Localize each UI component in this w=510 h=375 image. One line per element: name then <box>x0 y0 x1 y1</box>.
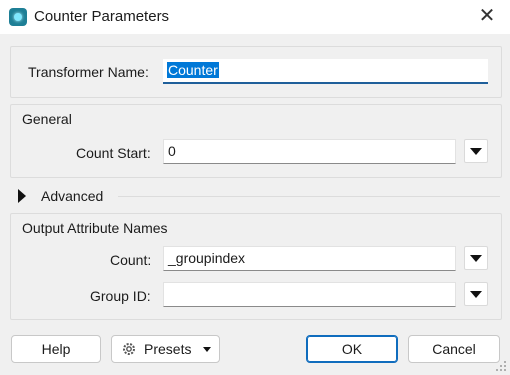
count-label: Count: <box>110 252 152 268</box>
output-section-title: Output Attribute Names <box>22 220 168 236</box>
group-id-dropdown-button[interactable] <box>464 282 488 306</box>
count-start-input[interactable]: 0 <box>163 139 456 164</box>
advanced-divider <box>118 196 500 197</box>
resize-grip-icon[interactable] <box>493 358 507 372</box>
help-button-label: Help <box>41 341 71 357</box>
close-icon: ✕ <box>478 5 496 27</box>
count-start-dropdown-button[interactable] <box>464 139 488 163</box>
title-bar: Counter Parameters ✕ <box>0 0 510 34</box>
ok-button[interactable]: OK <box>306 335 398 363</box>
output-attribute-names-panel: Output Attribute Names Count: _groupinde… <box>10 213 502 320</box>
transformer-name-label: Transformer Name: <box>28 64 149 80</box>
presets-button-label: Presets <box>144 341 192 357</box>
cancel-button[interactable]: Cancel <box>408 335 500 363</box>
ok-button-label: OK <box>341 341 363 357</box>
advanced-section-toggle[interactable]: Advanced <box>41 188 103 204</box>
general-section-title: General <box>22 111 72 127</box>
gear-icon <box>123 343 135 355</box>
group-id-input[interactable] <box>163 282 456 307</box>
expand-arrow-icon[interactable] <box>18 189 26 203</box>
transformer-name-value: Counter <box>167 62 219 78</box>
help-button[interactable]: Help <box>11 335 101 363</box>
close-button[interactable]: ✕ <box>464 0 510 34</box>
cancel-button-label: Cancel <box>432 341 476 357</box>
transformer-name-panel: Transformer Name: Counter <box>10 46 502 98</box>
group-id-label: Group ID: <box>90 288 151 304</box>
fme-app-icon <box>9 8 27 26</box>
count-input[interactable]: _groupindex <box>163 246 456 271</box>
count-dropdown-button[interactable] <box>464 246 488 270</box>
transformer-name-input[interactable]: Counter <box>163 59 488 84</box>
presets-button[interactable]: Presets <box>111 335 220 363</box>
window-title: Counter Parameters <box>34 8 170 25</box>
count-start-label: Count Start: <box>76 145 151 161</box>
general-panel: General Count Start: 0 <box>10 104 502 178</box>
chevron-down-icon <box>203 347 211 352</box>
